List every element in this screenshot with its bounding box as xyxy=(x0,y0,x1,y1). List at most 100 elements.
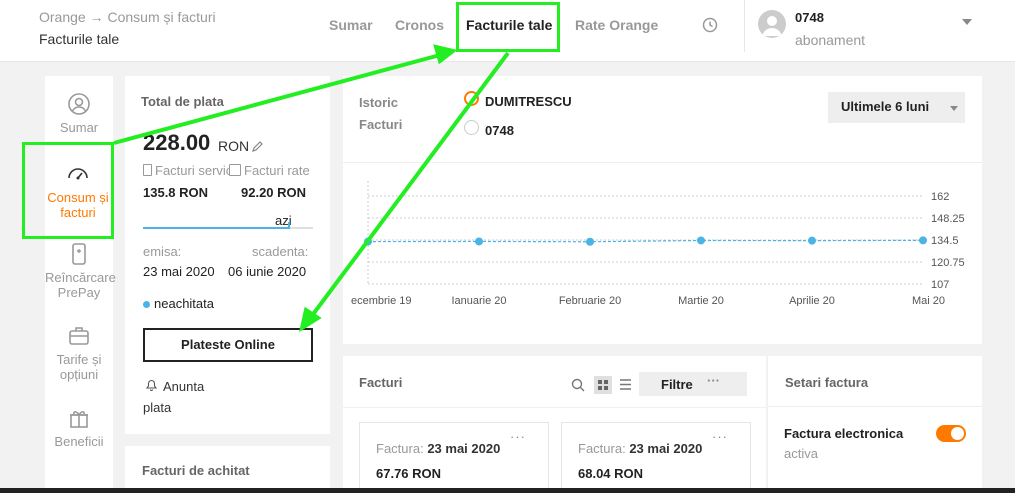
more-dots-icon[interactable]: ··· xyxy=(510,429,526,444)
card-title: Istoric Facturi xyxy=(359,95,403,132)
left-sidebar: Sumar Consum și facturi Reîncărcare PreP… xyxy=(45,76,116,493)
user-silhouette-icon xyxy=(762,16,782,36)
chart-data-point xyxy=(475,237,483,246)
installments-label: Facturi rate xyxy=(229,163,313,178)
period-select[interactable]: Ultimele 6 luni xyxy=(828,92,965,123)
chart-data-point xyxy=(697,236,705,245)
chart-y-tick-label: 162 xyxy=(931,191,949,203)
calendar-icon xyxy=(229,164,241,176)
pay-online-button[interactable]: Plateste Online xyxy=(143,328,313,362)
due-label: scadenta: xyxy=(252,244,309,259)
sidebar-item-label: Sumar xyxy=(59,120,99,135)
sidebar-item-tarife-optiuni[interactable]: Tarife și opțiuni xyxy=(45,324,113,382)
page-title: Facturile tale xyxy=(39,31,120,47)
account-number[interactable]: 0748 xyxy=(795,10,824,25)
chart-data-point xyxy=(586,237,594,246)
chart-x-tick-label: Mai 20 xyxy=(912,295,945,306)
highlight-box-nav-facturile-tale xyxy=(456,2,560,52)
today-marker xyxy=(287,222,290,229)
sidebar-item-label: Beneficii xyxy=(54,434,104,449)
search-icon[interactable] xyxy=(571,378,585,392)
chevron-down-icon[interactable] xyxy=(962,19,972,25)
filter-button[interactable]: Filtre ··· xyxy=(639,372,747,396)
nav-tab-sumar[interactable]: Sumar xyxy=(329,17,373,33)
chart-x-tick-label: Ianuarie 20 xyxy=(451,295,506,306)
chart-y-tick-label: 134.5 xyxy=(931,235,959,247)
grid-view-icon[interactable] xyxy=(594,376,612,394)
istoric-facturi-card: Istoric Facturi DUMITRESCU 0748 Ultimele… xyxy=(343,76,982,344)
card-title: Setari factura xyxy=(785,375,869,390)
total-amount: 228.00 xyxy=(143,130,211,155)
account-type: abonament xyxy=(795,32,866,48)
divider xyxy=(343,407,766,408)
nav-tab-rate-orange[interactable]: Rate Orange xyxy=(575,17,658,33)
sidebar-item-label: Tarife și opțiuni xyxy=(56,352,102,382)
radio-label[interactable]: 0748 xyxy=(485,123,514,138)
facturi-de-achitat-card: Facturi de achitat xyxy=(125,446,330,493)
chart-x-tick-label: Martie 20 xyxy=(678,295,724,306)
services-label: Facturi servicii xyxy=(143,163,229,178)
history-line-chart: 162 148.25 134.5 120.75 107 ecembrie 19 Ianuar… xyxy=(351,181,965,306)
installments-value: 92.20 RON xyxy=(241,185,307,200)
invoice-amount: 67.76 RON xyxy=(376,466,442,481)
total-de-plata-card: Total de plata 228.00 RON Facturi servic… xyxy=(125,76,330,434)
filter-label: Filtre xyxy=(661,377,693,392)
chevron-down-icon xyxy=(950,106,958,111)
chart-data-point xyxy=(364,237,372,246)
toggle-knob xyxy=(951,427,964,440)
status-dot xyxy=(143,301,150,308)
chart-x-tick-label: Aprilie 20 xyxy=(789,295,835,306)
invoice-card[interactable]: ··· Factura: 23 mai 2020 67.76 RON xyxy=(359,422,549,493)
electronic-invoice-state: activa xyxy=(784,446,818,461)
briefcase-icon xyxy=(69,327,89,345)
sidebar-item-beneficii[interactable]: Beneficii xyxy=(45,406,113,449)
breadcrumb[interactable]: Orange → Consum și facturi xyxy=(39,9,216,25)
more-dots-icon[interactable]: ··· xyxy=(712,429,728,444)
phone-recharge-icon xyxy=(72,243,86,265)
edit-pencil-icon[interactable] xyxy=(251,140,264,153)
sidebar-item-sumar[interactable]: Sumar xyxy=(45,92,113,135)
chart-data-point xyxy=(919,236,927,245)
clock-icon[interactable] xyxy=(702,17,718,33)
chart-x-tick-label: Februarie 20 xyxy=(559,295,621,306)
due-date: 06 iunie 2020 xyxy=(228,264,307,279)
chart-y-tick-label: 148.25 xyxy=(931,213,965,225)
user-circle-icon xyxy=(68,93,90,115)
services-value: 135.8 RON xyxy=(143,185,209,200)
sidebar-item-label: Reîncărcare PrePay xyxy=(45,270,116,300)
invoice-label: Factura: 23 mai 2020 xyxy=(578,441,703,456)
chart-y-tick-label: 120.75 xyxy=(931,257,965,269)
setari-factura-card: Setari factura Factura electronica activ… xyxy=(768,356,982,493)
invoice-amount: 68.04 RON xyxy=(578,466,644,481)
electronic-invoice-toggle[interactable] xyxy=(936,425,966,442)
phone-icon xyxy=(143,164,152,176)
announce-payment-link[interactable]: Anunta plata xyxy=(143,376,223,418)
list-view-icon[interactable] xyxy=(619,378,632,391)
divider xyxy=(768,406,982,407)
card-title: Facturi de achitat xyxy=(142,463,250,478)
issued-label: emisa: xyxy=(143,244,182,259)
bottom-bar xyxy=(0,488,1015,493)
gift-icon xyxy=(70,411,88,428)
more-dots-icon: ··· xyxy=(707,373,720,388)
card-title: Total de plata xyxy=(141,94,224,109)
chart-data-point xyxy=(808,236,816,245)
radio-label[interactable]: DUMITRESCU xyxy=(485,94,572,109)
facturi-card: Facturi Filtre ··· ··· Factura: 23 mai 2… xyxy=(343,356,766,493)
radio-dumitrescu[interactable] xyxy=(464,91,479,106)
invoice-label: Factura: 23 mai 2020 xyxy=(376,441,501,456)
highlight-box-sidebar-consum xyxy=(22,142,114,239)
issued-date: 23 mai 2020 xyxy=(143,264,215,279)
radio-0748[interactable] xyxy=(464,120,479,135)
invoice-card[interactable]: ··· Factura: 23 mai 2020 68.04 RON xyxy=(561,422,751,493)
electronic-invoice-label: Factura electronica xyxy=(784,426,904,441)
sidebar-item-reincarcare-prepay[interactable]: Reîncărcare PrePay xyxy=(45,242,116,300)
header-divider xyxy=(744,0,745,52)
chart-series-line xyxy=(367,239,924,243)
card-title: Facturi xyxy=(359,375,403,390)
nav-tab-cronos[interactable]: Cronos xyxy=(395,17,444,33)
total-currency: RON xyxy=(218,138,250,154)
period-select-value: Ultimele 6 luni xyxy=(841,99,930,114)
avatar[interactable] xyxy=(758,10,786,38)
divider xyxy=(343,162,982,163)
